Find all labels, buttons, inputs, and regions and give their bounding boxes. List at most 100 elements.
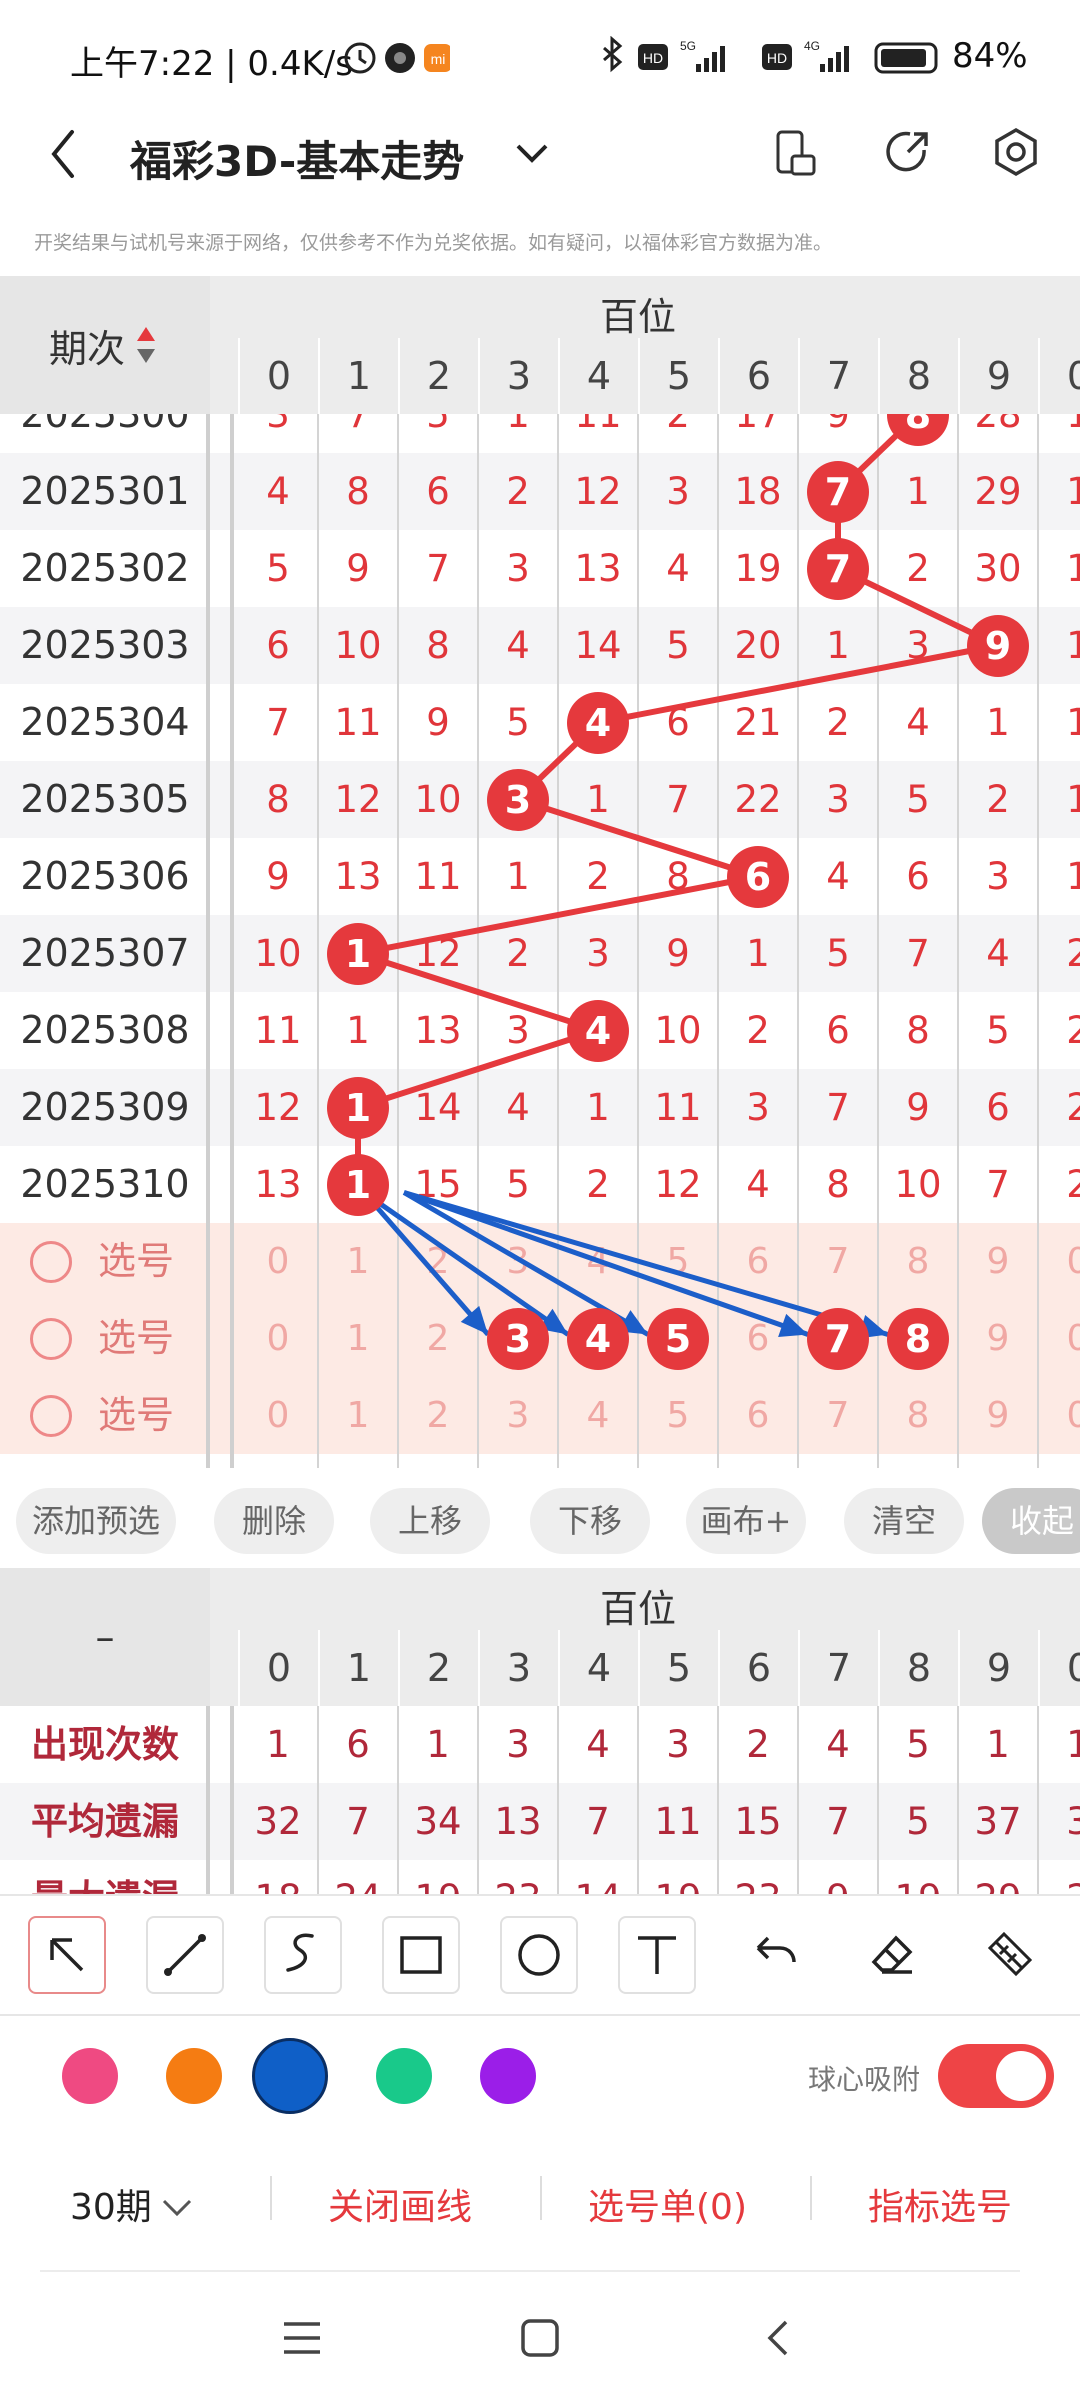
stats-cell: 1: [1066, 1723, 1080, 1766]
signal-icon: [696, 46, 725, 72]
period-count-value: 30期: [70, 2187, 152, 2228]
stats-cell: 19: [638, 1860, 718, 1894]
settings-icon[interactable]: [988, 124, 1044, 180]
system-nav-bar: [0, 2276, 1080, 2400]
stats-col-0: 0: [238, 1630, 318, 1706]
color-swatch[interactable]: [252, 2038, 328, 2114]
move-up-button[interactable]: 上移: [370, 1488, 490, 1554]
stats-corner: –: [0, 1568, 210, 1706]
stats-cell: 3: [506, 1723, 530, 1766]
page-title[interactable]: 福彩3D-基本走势: [130, 128, 464, 189]
stats-row: 平均遗漏 32 7 34 13 7 11 15 7 5 37 3: [0, 1783, 1080, 1860]
freehand-icon[interactable]: [264, 1916, 342, 1994]
hit-ball[interactable]: 1: [327, 1153, 389, 1216]
color-swatch[interactable]: [376, 2048, 432, 2104]
stats-col-10: 0: [1038, 1630, 1080, 1706]
signal-icon: [820, 46, 849, 72]
add-preselect-button[interactable]: 添加预选: [16, 1488, 176, 1554]
stats-header: – 百位 01234567890: [0, 1568, 1080, 1706]
screen-rotate-icon[interactable]: [770, 126, 820, 182]
line-icon[interactable]: [146, 1916, 224, 1994]
circle-icon[interactable]: [500, 1916, 578, 1994]
grid-col-1: 1: [318, 338, 398, 414]
indicator-pick-button[interactable]: 指标选号: [868, 2178, 1012, 2230]
back-arrow-icon[interactable]: [44, 124, 84, 184]
color-swatch[interactable]: [166, 2048, 222, 2104]
stats-cell: 9: [798, 1860, 878, 1894]
picked-ball[interactable]: 5: [647, 1307, 709, 1370]
stats-cell: 7: [346, 1800, 370, 1843]
hit-ball[interactable]: 3: [487, 768, 549, 831]
bottom-bar: 30期 关闭画线 选号单(0) 指标选号: [0, 2136, 1080, 2276]
text-icon[interactable]: [618, 1916, 696, 1994]
hit-ball[interactable]: 1: [327, 922, 389, 985]
picked-ball[interactable]: 3: [487, 1307, 549, 1370]
picked-ball[interactable]: 8: [887, 1307, 949, 1370]
hit-ball[interactable]: 9: [967, 614, 1029, 677]
color-palette: 球心吸附: [0, 2014, 1080, 2136]
hit-ball[interactable]: 1: [327, 1076, 389, 1139]
stats-cell: 1: [266, 1723, 290, 1766]
stats-row: 出现次数 1 6 1 3 4 3 2 4 5 1 1: [0, 1706, 1080, 1783]
stats-cell: 29: [958, 1860, 1038, 1894]
select-arrow-icon[interactable]: [28, 1916, 106, 1994]
stats-cell: 6: [346, 1723, 370, 1766]
svg-text:mi: mi: [431, 51, 446, 67]
stats-cell: 7: [826, 1800, 850, 1843]
stats-cell: 23: [718, 1860, 798, 1894]
stats-cell: 1: [986, 1723, 1010, 1766]
move-down-button[interactable]: 下移: [530, 1488, 650, 1554]
pick-list-button[interactable]: 选号单(0): [588, 2178, 747, 2230]
share-icon[interactable]: [880, 124, 936, 180]
rectangle-icon[interactable]: [382, 1916, 460, 1994]
stats-col-6: 6: [718, 1630, 798, 1706]
svg-text:5G: 5G: [680, 39, 696, 53]
chevron-down-icon[interactable]: [512, 138, 552, 168]
snap-label: 球心吸附: [808, 2063, 921, 2096]
back-icon[interactable]: [756, 2316, 800, 2360]
svg-text:HD: HD: [643, 50, 663, 66]
close-line-button[interactable]: 关闭画线: [328, 2178, 472, 2230]
stats-col-1: 1: [318, 1630, 398, 1706]
hit-ball[interactable]: 7: [807, 537, 869, 600]
snap-toggle[interactable]: [938, 2044, 1054, 2108]
stats-row-label: 最大遗漏: [0, 1860, 210, 1894]
toggle-knob: [996, 2051, 1046, 2101]
chevron-down-icon: [162, 2199, 191, 2217]
stats-cell: 24: [318, 1860, 398, 1894]
hit-ball[interactable]: 7: [807, 460, 869, 523]
canvas-plus-button[interactable]: 画布+: [686, 1488, 806, 1554]
disclaimer-text: 开奖结果与试机号来源于网络，仅供参考不作为兑奖依据。如有疑问，以福体彩官方数据为…: [34, 232, 833, 254]
delete-button[interactable]: 删除: [214, 1488, 334, 1554]
stats-cell: 11: [654, 1800, 702, 1843]
status-app-icons: mi: [344, 42, 450, 74]
band-title-hundreds: 百位: [600, 295, 677, 339]
color-swatch[interactable]: [62, 2048, 118, 2104]
eraser-icon[interactable]: [856, 1916, 934, 1994]
period-header-label: 期次: [48, 326, 125, 371]
stats-cell: 13: [494, 1800, 542, 1843]
menu-icon[interactable]: [280, 2316, 324, 2360]
hit-ball[interactable]: 4: [567, 999, 629, 1062]
drawing-toolbar: [0, 1894, 1080, 2014]
period-count-select[interactable]: 30期: [70, 2178, 194, 2230]
grid-col-4: 4: [558, 338, 638, 414]
stats-cell: 4: [826, 1723, 850, 1766]
undo-icon[interactable]: [736, 1916, 814, 1994]
collapse-button[interactable]: 收起: [982, 1488, 1080, 1554]
hit-ball[interactable]: 6: [727, 845, 789, 908]
action-bar: 添加预选 删除 上移 下移 画布+ 清空 收起: [0, 1468, 1080, 1568]
stats-cell: 3: [666, 1723, 690, 1766]
picked-ball[interactable]: 4: [567, 1307, 629, 1370]
home-icon[interactable]: [518, 2316, 562, 2360]
picked-ball[interactable]: 7: [807, 1307, 869, 1370]
grid-col-3: 3: [478, 338, 558, 414]
clear-button[interactable]: 清空: [844, 1488, 964, 1554]
clear-brush-icon[interactable]: [974, 1916, 1052, 1994]
app-bar: 福彩3D-基本走势: [0, 100, 1080, 210]
stats-cell: 34: [414, 1800, 462, 1843]
period-sort-header[interactable]: 期次: [0, 276, 210, 414]
color-swatch[interactable]: [480, 2048, 536, 2104]
hit-ball[interactable]: 4: [567, 691, 629, 754]
stats-cell: 4: [586, 1723, 610, 1766]
